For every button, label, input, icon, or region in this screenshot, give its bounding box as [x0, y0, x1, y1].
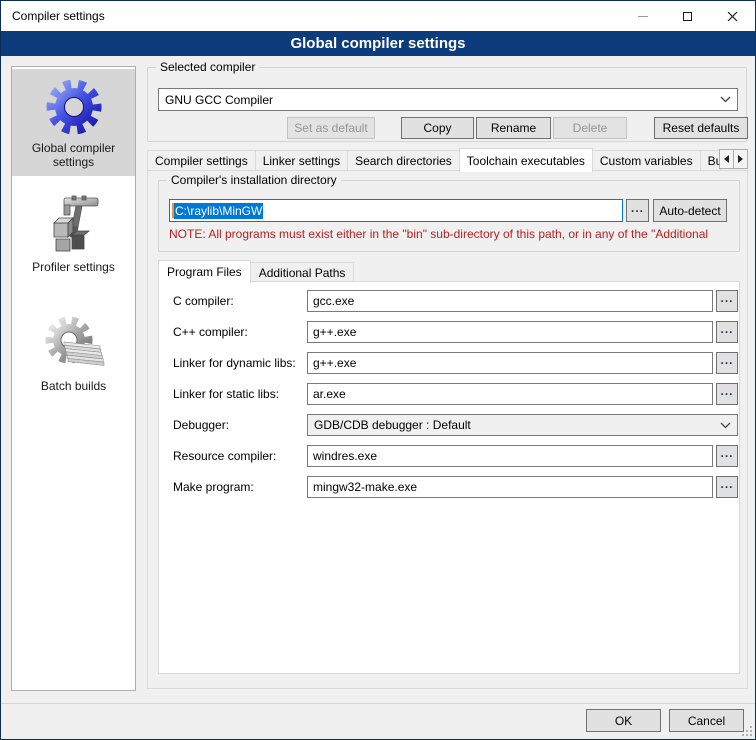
- window-controls: [620, 1, 755, 31]
- settings-tabstrip: Compiler settings Linker settings Search…: [147, 147, 748, 171]
- resize-grip-icon[interactable]: [742, 726, 753, 737]
- cpp-compiler-label: C++ compiler:: [173, 325, 248, 339]
- minimize-icon: [638, 16, 648, 17]
- tab-search-directories[interactable]: Search directories: [347, 150, 460, 171]
- compiler-actions: Set as default Copy Rename Delete Reset …: [148, 117, 748, 139]
- field-row: Debugger: GDB/CDB debugger : Default: [159, 414, 739, 436]
- toolchain-executables-panel: Compiler's installation directory C:\ray…: [147, 170, 748, 689]
- page-title: Global compiler settings: [1, 31, 755, 56]
- c-compiler-input[interactable]: [307, 290, 713, 312]
- debugger-select-value: GDB/CDB debugger : Default: [314, 418, 471, 432]
- field-row: Resource compiler: ...: [159, 445, 739, 467]
- c-compiler-label: C compiler:: [173, 294, 234, 308]
- field-row: Linker for dynamic libs: ...: [159, 352, 739, 374]
- ok-button[interactable]: OK: [586, 709, 661, 732]
- sidebar-item-label: Batch builds: [14, 379, 133, 393]
- gray-gear-stack-icon: [42, 312, 106, 376]
- minimize-button[interactable]: [620, 1, 665, 31]
- selected-path-text: C:\raylib\MinGW: [174, 203, 263, 219]
- copy-button[interactable]: Copy: [401, 117, 474, 139]
- compiler-select-value: GNU GCC Compiler: [165, 93, 273, 107]
- group-legend: Selected compiler: [156, 60, 259, 74]
- debugger-select[interactable]: GDB/CDB debugger : Default: [307, 414, 738, 436]
- window-title: Compiler settings: [1, 9, 105, 23]
- field-row: Linker for static libs: ...: [159, 383, 739, 405]
- field-row: C++ compiler: ...: [159, 321, 739, 343]
- caliper-cubes-icon: [42, 193, 106, 257]
- sidebar-item-label: Global compiler settings: [14, 141, 133, 169]
- linker-dynamic-input[interactable]: [307, 352, 713, 374]
- titlebar: Compiler settings: [1, 1, 755, 31]
- close-icon: [727, 11, 738, 22]
- program-files-panel: C compiler: ... C++ compiler: ... Linker…: [158, 281, 740, 674]
- tab-scroll-left-button[interactable]: [719, 149, 734, 169]
- settings-category-list: Global compiler settings: [11, 66, 136, 691]
- group-legend: Compiler's installation directory: [167, 173, 341, 187]
- tab-scroll-buttons: [720, 149, 748, 169]
- maximize-button[interactable]: [665, 1, 710, 31]
- tab-build-options-truncated[interactable]: Builc: [700, 150, 721, 171]
- cpp-compiler-input[interactable]: [307, 321, 713, 343]
- tab-linker-settings[interactable]: Linker settings: [255, 150, 348, 171]
- blue-gear-icon: [42, 74, 106, 138]
- linker-static-label: Linker for static libs:: [173, 387, 279, 401]
- browse-make-program-button[interactable]: ...: [716, 476, 738, 498]
- delete-button[interactable]: Delete: [553, 117, 627, 139]
- browse-cpp-compiler-button[interactable]: ...: [716, 321, 738, 343]
- make-program-input[interactable]: [307, 476, 713, 498]
- installation-directory-group: Compiler's installation directory C:\ray…: [158, 180, 740, 252]
- resource-compiler-input[interactable]: [307, 445, 713, 467]
- maximize-icon: [683, 12, 692, 21]
- program-files-subtabs: Program Files Additional Paths: [158, 259, 353, 282]
- sidebar-item-profiler-settings[interactable]: Profiler settings: [12, 188, 135, 281]
- compiler-settings-dialog: Compiler settings Global compiler settin…: [0, 0, 756, 740]
- close-button[interactable]: [710, 1, 755, 31]
- resource-compiler-label: Resource compiler:: [173, 449, 276, 463]
- sidebar-item-global-compiler-settings[interactable]: Global compiler settings: [12, 69, 135, 176]
- arrow-right-icon: [738, 155, 743, 163]
- set-as-default-button[interactable]: Set as default: [287, 117, 375, 139]
- directory-note: NOTE: All programs must exist either in …: [169, 227, 754, 241]
- cancel-button[interactable]: Cancel: [669, 709, 744, 732]
- browse-directory-button[interactable]: ...: [626, 199, 649, 222]
- sidebar-item-label: Profiler settings: [14, 260, 133, 274]
- chevron-down-icon: [720, 422, 731, 429]
- field-row: Make program: ...: [159, 476, 739, 498]
- reset-defaults-button[interactable]: Reset defaults: [654, 117, 748, 139]
- subtab-program-files[interactable]: Program Files: [158, 260, 251, 283]
- sidebar-item-batch-builds[interactable]: Batch builds: [12, 307, 135, 400]
- installation-directory-input[interactable]: C:\raylib\MinGW: [169, 199, 623, 222]
- auto-detect-button[interactable]: Auto-detect: [653, 199, 727, 222]
- debugger-label: Debugger:: [173, 418, 229, 432]
- field-row: C compiler: ...: [159, 290, 739, 312]
- browse-linker-dynamic-button[interactable]: ...: [716, 352, 738, 374]
- compiler-select[interactable]: GNU GCC Compiler: [158, 88, 738, 111]
- tab-custom-variables[interactable]: Custom variables: [592, 150, 701, 171]
- linker-dynamic-label: Linker for dynamic libs:: [173, 356, 296, 370]
- subtab-additional-paths[interactable]: Additional Paths: [250, 262, 355, 282]
- chevron-down-icon: [720, 96, 731, 103]
- linker-static-input[interactable]: [307, 383, 713, 405]
- footer-divider: [1, 703, 755, 704]
- browse-c-compiler-button[interactable]: ...: [716, 290, 738, 312]
- tab-compiler-settings[interactable]: Compiler settings: [147, 150, 256, 171]
- rename-button[interactable]: Rename: [476, 117, 551, 139]
- tab-scroll-right-button[interactable]: [733, 149, 748, 169]
- tab-toolchain-executables[interactable]: Toolchain executables: [459, 148, 593, 172]
- arrow-left-icon: [724, 155, 729, 163]
- make-program-label: Make program:: [173, 480, 254, 494]
- browse-resource-compiler-button[interactable]: ...: [716, 445, 738, 467]
- selected-compiler-group: Selected compiler GNU GCC Compiler Set a…: [147, 67, 747, 142]
- browse-linker-static-button[interactable]: ...: [716, 383, 738, 405]
